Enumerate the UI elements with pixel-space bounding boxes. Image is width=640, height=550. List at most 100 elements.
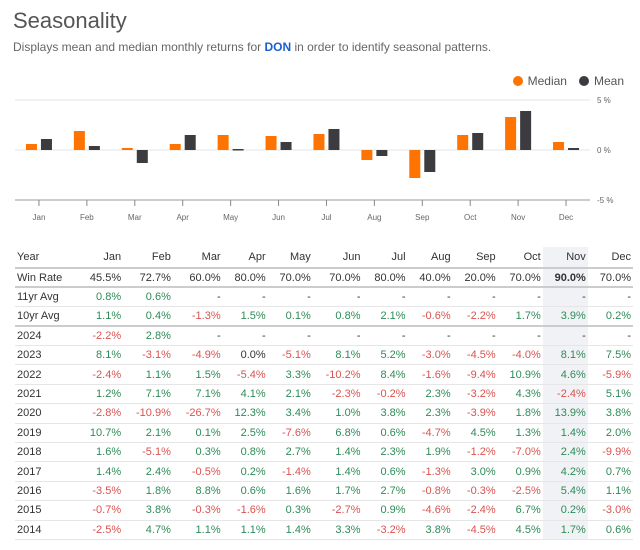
table-cell: -4.0% (497, 345, 543, 366)
median-bar-sep[interactable] (409, 150, 421, 178)
mean-bar-feb[interactable] (88, 146, 100, 150)
legend-item-median[interactable]: Median (512, 74, 567, 88)
median-bar-dec[interactable] (553, 142, 565, 150)
table-cell: - (172, 326, 223, 347)
table-cell: 4.3% (497, 384, 543, 405)
column-header-nov[interactable]: Nov (542, 247, 588, 269)
table-cell: 5.4% (542, 481, 588, 502)
median-bar-jun[interactable] (265, 136, 277, 150)
table-cell: 0.2% (587, 306, 633, 328)
table-cell: - (222, 287, 268, 308)
column-header-mar[interactable]: Mar (172, 247, 223, 269)
table-cell: 1.4% (542, 423, 588, 444)
table-cell: - (222, 326, 268, 347)
mean-bar-nov[interactable] (520, 111, 532, 150)
mean-bar-jan[interactable] (40, 139, 52, 150)
row-label: 2015 (15, 500, 79, 521)
table-cell: 2.5% (222, 423, 268, 444)
median-bar-mar[interactable] (121, 148, 133, 150)
mean-bar-jun[interactable] (280, 142, 292, 150)
x-tick-label: Mar (128, 213, 142, 222)
column-header-jun[interactable]: Jun (312, 247, 363, 269)
table-cell: 7.5% (587, 345, 633, 366)
table-cell: -5.1% (267, 345, 313, 366)
table-cell: - (362, 326, 408, 347)
page-subtitle: Displays mean and median monthly returns… (13, 40, 491, 54)
chart-legend: Median Mean (512, 74, 624, 88)
mean-bar-apr[interactable] (184, 135, 196, 150)
mean-dot-icon (578, 76, 589, 86)
table-cell: -0.7% (78, 500, 124, 521)
column-header-aug[interactable]: Aug (407, 247, 453, 269)
table-cell: 80.0% (362, 268, 408, 289)
mean-bar-aug[interactable] (376, 150, 388, 156)
column-header-may[interactable]: May (267, 247, 313, 269)
median-bar-jul[interactable] (313, 134, 325, 150)
median-bar-may[interactable] (217, 135, 229, 150)
legend-label: Mean (593, 74, 624, 88)
row-label: 11yr Avg (15, 287, 79, 308)
mean-bar-may[interactable] (232, 149, 244, 151)
x-tick-label: Nov (511, 213, 525, 222)
table-cell: -4.5% (452, 520, 498, 540)
median-bar-aug[interactable] (361, 150, 373, 160)
column-header-year[interactable]: Year (15, 247, 79, 269)
table-cell: -10.2% (312, 364, 363, 385)
ticker-link[interactable]: DON (264, 40, 291, 54)
table-cell: -5.9% (587, 364, 633, 385)
table-cell: 45.5% (78, 268, 124, 289)
column-header-jul[interactable]: Jul (362, 247, 408, 269)
table-cell: 5.2% (362, 345, 408, 366)
table-cell: 2.0% (587, 423, 633, 444)
table-row: 2015 -0.7% 3.8% -0.3% -1.6% 0.3% -2.7% 0.9% -4.6… (15, 500, 633, 521)
legend-item-mean[interactable]: Mean (578, 74, 624, 88)
y-tick-label: 5 % (597, 96, 611, 105)
mean-bar-mar[interactable] (136, 150, 148, 163)
table-cell: -0.3% (172, 500, 223, 521)
column-header-dec[interactable]: Dec (587, 247, 633, 269)
table-cell: 8.1% (542, 345, 588, 366)
table-cell: 3.8% (407, 520, 453, 540)
table-cell: -1.4% (267, 461, 313, 482)
table-cell: - (312, 326, 363, 347)
table-cell: 1.1% (587, 481, 633, 502)
table-cell: 0.2% (542, 500, 588, 521)
table-cell: - (497, 326, 543, 347)
median-bar-feb[interactable] (73, 131, 85, 150)
mean-bar-oct[interactable] (472, 133, 484, 150)
table-cell: 0.4% (123, 306, 173, 328)
mean-bar-jul[interactable] (328, 129, 340, 150)
median-bar-apr[interactable] (169, 144, 181, 150)
table-cell: -2.7% (312, 500, 363, 521)
column-header-apr[interactable]: Apr (222, 247, 268, 269)
table-cell: 1.5% (172, 364, 223, 385)
table-cell: 4.7% (123, 520, 173, 540)
row-label: 2024 (15, 326, 79, 347)
table-cell: -0.5% (172, 461, 223, 482)
table-row: 2021 1.2% 7.1% 7.1% 4.1% 2.1% -2.3% -0.2% 2.3% -3… (15, 384, 633, 405)
column-header-feb[interactable]: Feb (123, 247, 173, 269)
table-cell: 0.9% (497, 461, 543, 482)
mean-bar-sep[interactable] (424, 150, 436, 172)
column-header-jan[interactable]: Jan (78, 247, 124, 269)
table-cell: 1.3% (497, 423, 543, 444)
table-cell: 2.4% (123, 461, 173, 482)
column-header-sep[interactable]: Sep (452, 247, 498, 269)
x-tick-label: Jul (321, 213, 331, 222)
table-cell: - (362, 287, 408, 308)
median-bar-jan[interactable] (25, 144, 37, 150)
table-cell: - (407, 326, 453, 347)
median-bar-oct[interactable] (457, 135, 469, 150)
table-cell: 3.8% (123, 500, 173, 521)
table-cell: 3.3% (267, 364, 313, 385)
x-tick-label: Jun (272, 213, 285, 222)
table-cell: -2.4% (542, 384, 588, 405)
median-dot-icon (512, 76, 523, 86)
table-cell: -9.9% (587, 442, 633, 463)
table-cell: 7.1% (123, 384, 173, 405)
median-bar-nov[interactable] (505, 117, 517, 150)
column-header-oct[interactable]: Oct (497, 247, 543, 269)
table-cell: -26.7% (172, 403, 223, 424)
table-cell: -3.5% (78, 481, 124, 502)
mean-bar-dec[interactable] (568, 148, 580, 150)
